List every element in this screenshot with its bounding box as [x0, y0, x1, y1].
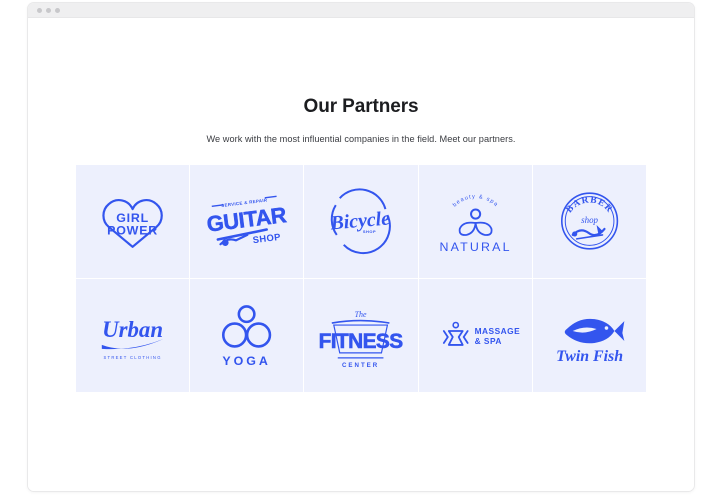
partner-cell-yoga[interactable]: YOGA: [190, 279, 304, 392]
browser-titlebar: [28, 3, 694, 18]
yoga-line1: YOGA: [223, 354, 271, 368]
massage-line1: MASSAGE: [474, 326, 520, 336]
page-subtitle: We work with the most influential compan…: [206, 134, 516, 144]
partners-section: Our Partners We work with the most influ…: [28, 18, 694, 392]
partner-cell-bicycle-shop[interactable]: Bicycle SHOP: [304, 165, 418, 278]
partner-cell-barber-shop[interactable]: BARBER shop: [532, 165, 646, 278]
leaf-person-icon: beauty & spa NATURAL: [439, 194, 511, 254]
partner-cell-natural[interactable]: beauty & spa NATURAL: [418, 165, 532, 278]
partner-cell-twin-fish[interactable]: Twin Fish: [532, 279, 646, 392]
urban-script-icon: Urban STREET CLOTHING: [101, 317, 164, 360]
browser-viewport: Our Partners We work with the most influ…: [28, 18, 694, 491]
bicycle-circle-icon: Bicycle SHOP: [329, 188, 391, 255]
guitar-icon: SERVICE & REPAIR GUITAR SHOP: [205, 195, 289, 247]
fitness-line2: FITNESS: [319, 330, 404, 353]
svg-text:beauty & spa: beauty & spa: [451, 194, 498, 209]
browser-window: Our Partners We work with the most influ…: [27, 2, 695, 492]
heart-outline-icon: GIRL POWER: [102, 199, 163, 248]
barber-line1: BARBER: [564, 195, 613, 215]
natural-line2: NATURAL: [439, 240, 511, 254]
barber-line2: shop: [581, 215, 598, 225]
three-circles-icon: YOGA: [222, 305, 272, 368]
partner-cell-fitness-center[interactable]: The FITNESS CENTER: [304, 279, 418, 392]
fitness-line1: The: [355, 310, 367, 319]
bicycle-line1: Bicycle: [329, 207, 391, 234]
svg-text:BARBER: BARBER: [564, 195, 614, 215]
partner-cell-massage-spa[interactable]: MASSAGE & SPA: [418, 279, 532, 392]
twin-fish-line1: Twin Fish: [556, 348, 623, 365]
page-title: Our Partners: [303, 96, 419, 117]
window-maximize-dot[interactable]: [55, 7, 60, 13]
bicycle-line2: SHOP: [363, 229, 376, 234]
natural-line1: beauty & spa: [451, 194, 497, 209]
fish-icon: Twin Fish: [556, 318, 625, 365]
massage-line2: & SPA: [474, 336, 501, 346]
window-minimize-dot[interactable]: [46, 7, 51, 13]
urban-line1: Urban: [102, 317, 163, 342]
fitness-line3: CENTER: [342, 362, 379, 369]
partner-logo-grid: GIRL POWER SERVICE & REPAIR GUITAR SHOP …: [76, 165, 646, 392]
window-close-dot[interactable]: [37, 7, 42, 13]
fitness-banner-icon: The FITNESS CENTER: [319, 310, 405, 369]
guitar-shop-line3: SHOP: [252, 231, 281, 245]
partner-cell-guitar-shop[interactable]: SERVICE & REPAIR GUITAR SHOP: [190, 165, 304, 278]
urban-line2: STREET CLOTHING: [103, 355, 161, 360]
girl-power-line2: POWER: [107, 223, 158, 237]
partner-cell-girl-power[interactable]: GIRL POWER: [76, 165, 190, 278]
massage-figure-icon: MASSAGE & SPA: [442, 321, 520, 346]
barber-badge-icon: BARBER shop: [560, 192, 618, 250]
partner-cell-urban[interactable]: Urban STREET CLOTHING: [76, 279, 190, 392]
